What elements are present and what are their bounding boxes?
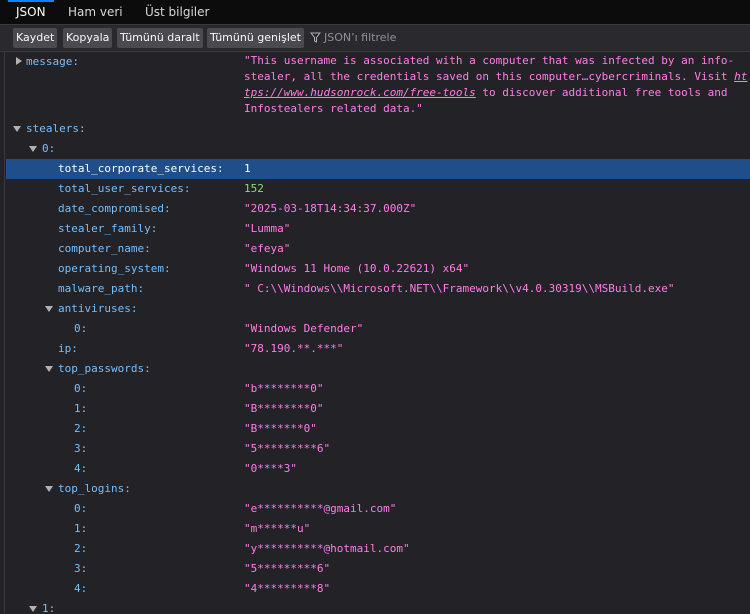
row-key: 0: [42, 142, 56, 155]
row-key: ip: [58, 342, 78, 355]
tree-row-total-user-services[interactable]: total_user_services: 152 [6, 179, 750, 199]
tree-row-password-1[interactable]: 1: "B********0" [6, 399, 750, 419]
expand-all-button[interactable]: Tümünü genişlet [207, 28, 304, 48]
collapse-toggle-icon[interactable] [29, 146, 37, 152]
row-key: computer_name: [58, 242, 151, 255]
row-key: message: [26, 55, 79, 68]
row-key: 3: [74, 442, 88, 455]
row-key: operating_system: [58, 262, 171, 275]
tree-row-login-4[interactable]: 4: "4*********8" [6, 579, 750, 599]
row-value: "4*********8" [244, 582, 331, 595]
row-key: top_passwords: [58, 362, 151, 375]
copy-button[interactable]: Kopyala [63, 28, 113, 48]
tree-row-computer-name[interactable]: computer_name: "efeya" [6, 239, 750, 259]
tree-row-top-logins[interactable]: top_logins: [6, 479, 750, 499]
row-value: "efeya" [244, 242, 291, 255]
collapse-toggle-icon[interactable] [13, 126, 21, 132]
row-key: 3: [74, 562, 88, 575]
row-value: 1 [244, 162, 251, 175]
expand-toggle-icon[interactable] [16, 57, 22, 65]
tab-headers[interactable]: Üst bilgiler [137, 0, 217, 24]
row-key: 0: [74, 502, 88, 515]
collapse-toggle-icon[interactable] [29, 606, 37, 612]
tree-row-password-3[interactable]: 3: "5*********6" [6, 439, 750, 459]
row-value: "5*********6" [244, 442, 331, 455]
tree-row-stealer-0[interactable]: 0: [6, 139, 750, 159]
tree-row-stealers[interactable]: stealers: [6, 119, 750, 139]
row-value: "0****3" [244, 462, 297, 475]
tree-row-password-2[interactable]: 2: "B*******0" [6, 419, 750, 439]
row-key: 1: [74, 522, 88, 535]
tab-json[interactable]: JSON [8, 0, 54, 24]
tree-row-operating-system[interactable]: operating_system: "Windows 11 Home (10.0… [6, 259, 750, 279]
row-key: total_corporate_services: [58, 162, 224, 175]
tree-row-password-0[interactable]: 0: "b********0" [6, 379, 750, 399]
json-toolbar: Kaydet Kopyala Tümünü daralt Tümünü geni… [0, 25, 750, 52]
row-value: "Windows 11 Home (10.0.22621) x64" [244, 262, 470, 275]
row-value: "B*******0" [244, 422, 317, 435]
row-key: malware_path: [58, 282, 145, 295]
row-value: "Windows Defender" [244, 322, 364, 335]
row-value: 152 [244, 182, 264, 195]
row-value: "B********0" [244, 402, 324, 415]
row-key: stealers: [26, 122, 86, 135]
tree-row-login-3[interactable]: 3: "5*********6" [6, 559, 750, 579]
tree-row-date-compromised[interactable]: date_compromised: "2025-03-18T14:34:37.0… [6, 199, 750, 219]
message-value: "This username is associated with a comp… [244, 54, 748, 115]
tree-row-malware-path[interactable]: malware_path: " C:\\Windows\\Microsoft.N… [6, 279, 750, 299]
filter-json-input[interactable]: JSON’ı filtrele [309, 28, 397, 48]
tree-row-login-0[interactable]: 0: "e**********@gmail.com" [6, 499, 750, 519]
row-key: 4: [74, 582, 88, 595]
row-value: " C:\\Windows\\Microsoft.NET\\Framework\… [244, 282, 675, 295]
collapse-toggle-icon[interactable] [45, 366, 53, 372]
tab-raw-data[interactable]: Ham veri [60, 0, 131, 24]
filter-placeholder: JSON’ı filtrele [324, 31, 397, 44]
collapse-all-button[interactable]: Tümünü daralt [117, 28, 203, 48]
row-key: 0: [74, 322, 88, 335]
tree-row-login-2[interactable]: 2: "y**********@hotmail.com" [6, 539, 750, 559]
viewer-tabbar: JSON Ham veri Üst bilgiler [0, 0, 750, 25]
row-value: "e**********@gmail.com" [244, 502, 397, 515]
row-key: 4: [74, 462, 88, 475]
row-key: 1: [42, 602, 56, 614]
tree-row-antivirus-0[interactable]: 0: "Windows Defender" [6, 319, 750, 339]
hudsonrock-link-cont[interactable]: tps://www.hudsonrock.com/free-tools [244, 86, 476, 99]
filter-icon [309, 32, 322, 43]
tree-row-stealer-1[interactable]: 1: [6, 599, 750, 614]
tree-row-ip[interactable]: ip: "78.190.**.***" [6, 339, 750, 359]
tree-row-password-4[interactable]: 4: "0****3" [6, 459, 750, 479]
hudsonrock-link[interactable]: ht [734, 70, 747, 83]
tree-row-total-corporate-services[interactable]: total_corporate_services: 1 [6, 159, 750, 179]
row-key: date_compromised: [58, 202, 171, 215]
save-button[interactable]: Kaydet [13, 28, 58, 48]
row-key: 0: [74, 382, 88, 395]
row-key: top_logins: [58, 482, 131, 495]
collapse-toggle-icon[interactable] [45, 486, 53, 492]
row-key: 1: [74, 402, 88, 415]
row-key: total_user_services: [58, 182, 191, 195]
collapse-toggle-icon[interactable] [45, 306, 53, 312]
row-key: antiviruses: [58, 302, 138, 315]
tree-row-stealer-family[interactable]: stealer_family: "Lumma" [6, 219, 750, 239]
tree-row-antiviruses[interactable]: antiviruses: [6, 299, 750, 319]
row-value: "5*********6" [244, 562, 331, 575]
row-value: "y**********@hotmail.com" [244, 542, 410, 555]
row-value: "b********0" [244, 382, 324, 395]
tree-row-top-passwords[interactable]: top_passwords: [6, 359, 750, 379]
row-value: "2025-03-18T14:34:37.000Z" [244, 202, 417, 215]
row-key: stealer_family: [58, 222, 158, 235]
row-key: 2: [74, 542, 88, 555]
row-value: "m******u" [244, 522, 311, 535]
row-value: "78.190.**.***" [244, 342, 344, 355]
row-key: 2: [74, 422, 88, 435]
row-value: "Lumma" [244, 222, 291, 235]
tree-row-login-1[interactable]: 1: "m******u" [6, 519, 750, 539]
